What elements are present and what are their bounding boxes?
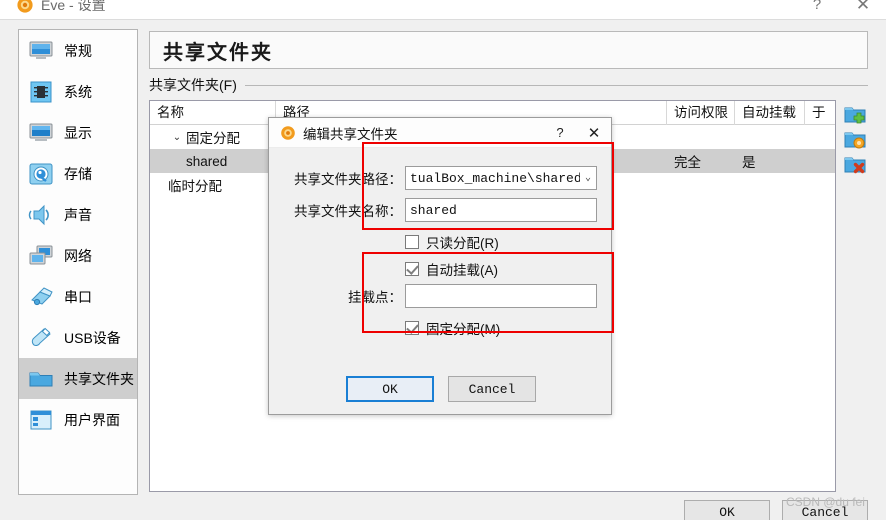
sidebar-item-label: 显示 <box>64 124 92 141</box>
group-divider <box>244 84 868 86</box>
window-icon <box>30 410 52 429</box>
readonly-row: 只读分配(R) <box>283 230 597 254</box>
folder-name-label: 共享文件夹名称： <box>294 204 402 219</box>
permanent-row: 固定分配(M) <box>283 316 597 340</box>
chevron-down-icon[interactable]: ⌄ <box>168 132 186 143</box>
dialog-titlebar: 编辑共享文件夹 ? ✕ <box>269 118 611 148</box>
sidebar-item-shared-folders[interactable]: 共享文件夹 <box>19 358 137 399</box>
virtualbox-icon <box>16 0 34 14</box>
sidebar-item-serialports[interactable]: 串口 <box>19 276 137 317</box>
dialog-close-button[interactable]: ✕ <box>577 118 611 148</box>
dialog-button-row: OK Cancel <box>269 376 613 402</box>
folder-name-input[interactable]: shared <box>405 198 597 222</box>
sidebar-item-label: 用户界面 <box>64 411 120 428</box>
row-automount-cell: 是 <box>742 155 756 170</box>
row-name-label: shared <box>186 153 228 169</box>
virtualbox-icon <box>280 125 296 141</box>
add-shared-folder-button[interactable] <box>842 101 868 126</box>
permanent-checkbox[interactable] <box>405 321 419 335</box>
sidebar-item-general[interactable]: 常规 <box>19 30 137 71</box>
window-help-button[interactable]: ? <box>794 0 840 20</box>
sidebar-item-label: 串口 <box>64 288 92 305</box>
mountpoint-row: 挂载点： <box>283 284 597 308</box>
row-name-label: 临时分配 <box>168 179 222 194</box>
edit-shared-folder-button[interactable] <box>842 126 868 151</box>
sidebar-item-label: 常规 <box>64 42 92 59</box>
column-header-access[interactable]: 访问权限 <box>667 101 735 125</box>
group-header: 共享文件夹(F) <box>149 76 868 94</box>
sidebar-item-label: 声音 <box>64 206 92 223</box>
sidebar-item-usb[interactable]: USB设备 <box>19 317 137 358</box>
sidebar-item-label: 存储 <box>64 165 92 182</box>
row-name-cell: ⌄ 固定分配 <box>150 127 276 147</box>
chevron-down-icon[interactable]: ⌄ <box>580 172 596 184</box>
window-close-button[interactable]: ✕ <box>840 0 886 20</box>
automount-label: 自动挂载(A) <box>426 263 498 278</box>
dialog-title: 编辑共享文件夹 <box>303 126 398 142</box>
dialog-footer: OK Cancel <box>0 500 886 520</box>
column-header-automount[interactable]: 自动挂载 <box>735 101 805 125</box>
page-title: 共享文件夹 <box>163 41 273 64</box>
folder-path-combo[interactable]: tualBox_machine\shared ⌄ <box>405 166 597 190</box>
permanent-label: 固定分配(M) <box>426 322 501 337</box>
remove-shared-folder-icon <box>844 157 866 173</box>
automount-checkbox[interactable] <box>405 262 419 276</box>
edit-shared-folder-dialog: 编辑共享文件夹 ? ✕ 共享文件夹路径： tualBox_machine\sha… <box>268 117 612 415</box>
folder-path-label: 共享文件夹路径： <box>294 172 402 187</box>
folder-path-row: 共享文件夹路径： tualBox_machine\shared ⌄ <box>283 166 597 190</box>
sidebar-item-label: 网络 <box>64 247 92 264</box>
settings-window: Eve - 设置 ? ✕ 常规 系统 显示 存储 声音 网络 串口 USB设备 … <box>0 0 886 520</box>
dialog-cancel-button[interactable]: Cancel <box>448 376 536 402</box>
watermark: CSDN @du fei <box>786 495 865 509</box>
column-header-name[interactable]: 名称 <box>150 101 276 125</box>
column-header-at[interactable]: 于 <box>805 101 835 125</box>
folder-path-value: tualBox_machine\shared <box>410 170 580 186</box>
sidebar-item-label: 共享文件夹 <box>64 370 134 387</box>
remove-shared-folder-button[interactable] <box>842 151 868 176</box>
dialog-body: 共享文件夹路径： tualBox_machine\shared ⌄ 共享文件夹名… <box>269 148 611 340</box>
sidebar-item-network[interactable]: 网络 <box>19 235 137 276</box>
sidebar-item-storage[interactable]: 存储 <box>19 153 137 194</box>
dialog-help-button[interactable]: ? <box>543 118 577 148</box>
edit-shared-folder-icon <box>844 132 866 148</box>
settings-ok-button[interactable]: OK <box>684 500 770 520</box>
sidebar-item-system[interactable]: 系统 <box>19 71 137 112</box>
settings-sidebar: 常规 系统 显示 存储 声音 网络 串口 USB设备 共享文件夹 用户界面 <box>18 29 138 495</box>
shared-folder-toolbar <box>840 100 870 492</box>
window-title: Eve - 设置 <box>41 0 106 13</box>
folder-name-row: 共享文件夹名称： shared <box>283 198 597 222</box>
readonly-checkbox[interactable] <box>405 235 419 249</box>
page-title-box: 共享文件夹 <box>149 31 868 69</box>
sidebar-item-user-interface[interactable]: 用户界面 <box>19 399 137 440</box>
display-icon <box>29 123 53 141</box>
folder-icon <box>29 372 53 386</box>
speaker-icon <box>28 204 49 225</box>
add-shared-folder-icon <box>844 107 866 123</box>
row-access-cell: 完全 <box>674 155 701 170</box>
mountpoint-input[interactable] <box>405 284 597 308</box>
chip-icon <box>30 81 52 102</box>
row-name-label: 固定分配 <box>186 131 240 146</box>
automount-row: 自动挂载(A) <box>283 257 597 281</box>
group-label: 共享文件夹(F) <box>149 77 237 93</box>
serialport-icon <box>31 286 53 305</box>
row-name-cell: 临时分配 <box>150 175 276 195</box>
row-name-cell: shared <box>150 154 276 169</box>
sidebar-item-label: USB设备 <box>64 329 121 346</box>
network-icon <box>29 245 53 264</box>
sidebar-item-display[interactable]: 显示 <box>19 112 137 153</box>
harddisk-icon <box>29 163 53 184</box>
sidebar-item-label: 系统 <box>64 83 92 100</box>
mountpoint-label: 挂载点： <box>348 290 402 305</box>
usb-icon <box>31 327 51 346</box>
readonly-label: 只读分配(R) <box>426 236 499 251</box>
monitor-icon <box>29 41 53 59</box>
sidebar-item-audio[interactable]: 声音 <box>19 194 137 235</box>
window-titlebar: Eve - 设置 ? ✕ <box>0 0 886 20</box>
dialog-ok-button[interactable]: OK <box>346 376 434 402</box>
